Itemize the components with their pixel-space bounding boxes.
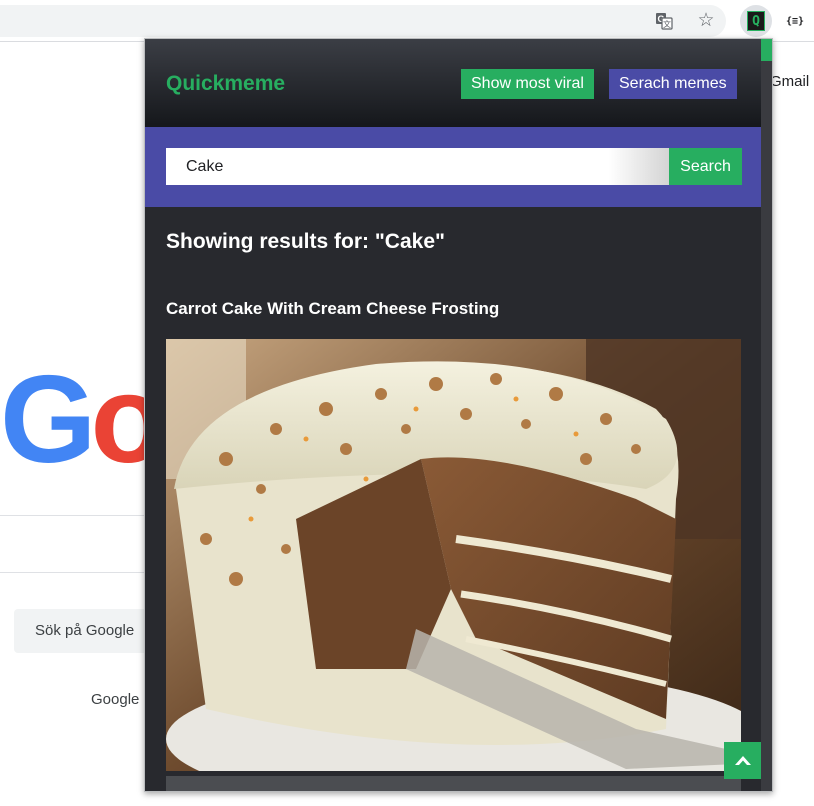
scrollbar-thumb[interactable] <box>761 39 772 61</box>
search-button[interactable]: Search <box>669 148 742 185</box>
quickmeme-popup: Quickmeme Show most viral Serach memes S… <box>144 38 773 792</box>
meme-title: Carrot Cake With Cream Cheese Frosting <box>166 299 500 318</box>
next-meme-preview <box>166 776 741 791</box>
show-most-viral-button[interactable]: Show most viral <box>461 69 594 99</box>
scroll-to-top-button[interactable] <box>724 742 761 779</box>
arrow-up-icon <box>734 755 751 765</box>
results-heading: Showing results for: "Cake" <box>166 230 445 253</box>
gmail-link[interactable]: Gmail <box>770 73 809 90</box>
carrot-cake-photo <box>166 339 741 771</box>
browser-toolbar: G 文 ☆ Q {≡} <box>0 0 814 42</box>
svg-text:文: 文 <box>663 19 671 29</box>
divider <box>0 572 145 573</box>
popup-header: Quickmeme Show most viral Serach memes <box>145 39 761 127</box>
divider <box>0 515 145 516</box>
popup-scrollbar[interactable] <box>761 39 772 791</box>
bookmark-star-icon[interactable]: ☆ <box>694 9 718 33</box>
translate-icon[interactable]: G 文 <box>652 9 676 33</box>
google-search-button[interactable]: Sök på Google <box>14 609 154 653</box>
search-bar: Search <box>145 127 761 207</box>
quickmeme-extension-icon: Q <box>747 11 765 31</box>
brand-title: Quickmeme <box>166 72 286 95</box>
json-viewer-icon[interactable]: {≡} <box>783 9 807 33</box>
google-logo: Go <box>0 351 166 489</box>
quickmeme-extension-button[interactable]: Q <box>740 5 772 37</box>
google-footer-text[interactable]: Google <box>91 691 139 708</box>
search-memes-button[interactable]: Serach memes <box>609 69 737 99</box>
search-input[interactable] <box>166 148 669 185</box>
address-bar[interactable] <box>0 5 726 37</box>
